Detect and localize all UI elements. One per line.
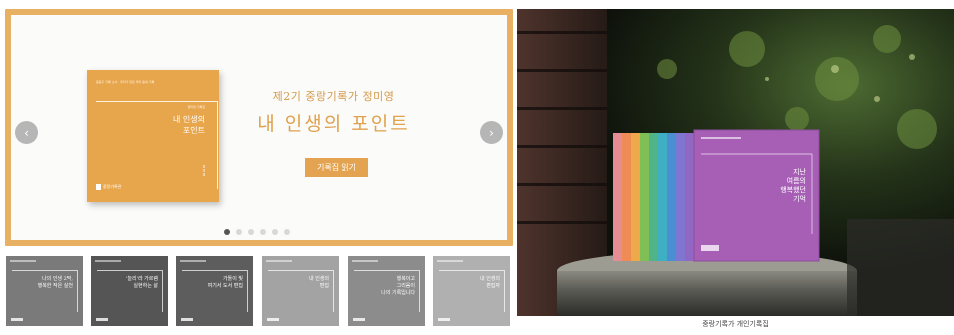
carousel-slide: 중랑구 기록 소사 · 우리가 만든 우리 동네 기록 정미영 기록집 내 인생… (11, 15, 507, 240)
thumbnail-book-cover[interactable]: 행복이고 그리움이 나의 기록입니다 (348, 256, 425, 326)
thumbnail-publisher-logo (11, 318, 23, 321)
publisher-logo-icon (96, 184, 101, 190)
slide-subtitle: 제2기 중랑기록가 정미영 (272, 90, 395, 103)
photo-illustration (517, 9, 954, 316)
cover-vertical-name: 정 미 영 (202, 165, 206, 176)
cover-series-text: 중랑구 기록 소사 · 우리가 만든 우리 동네 기록 (96, 80, 155, 84)
thumbnail-book-cover[interactable]: 가톨이 빛 여기서 도서 편집 (176, 256, 253, 326)
thumbnail-title: 가톨이 빛 여기서 도서 편집 (207, 276, 243, 289)
thumbnail-series-line (437, 260, 463, 262)
thumbnail-publisher-logo (96, 318, 108, 321)
thumbnail-book-cover[interactable]: 나의 인생 2막, 행복한 작은 실천 (6, 256, 83, 326)
carousel-dot[interactable] (272, 229, 278, 235)
thumbnail-series-line (10, 260, 36, 262)
book-collection-photo: 지난 여름의 행복했던 기억 (517, 9, 954, 316)
thumbnail-title: '늘리'라 가르렘 실현하는 삶 (126, 276, 158, 289)
carousel-pagination (224, 229, 290, 235)
thumbnail-title: 나의 인생 2막, 행복한 작은 실천 (37, 276, 73, 289)
thumbnail-book-cover[interactable]: 내 인생의 편집 (262, 256, 339, 326)
cover-title: 내 인생의 포인트 (173, 115, 205, 135)
carousel-dot[interactable] (236, 229, 242, 235)
publisher-name: 중랑기록관 (103, 184, 122, 189)
cover-author-text: 정미영 기록집 (187, 105, 205, 109)
thumbnail-publisher-logo (353, 318, 365, 321)
carousel-dot[interactable] (224, 229, 230, 235)
slide-title: 내 인생의 포인트 (257, 113, 410, 135)
thumbnail-publisher-logo (267, 318, 279, 321)
thumbnail-publisher-logo (181, 318, 193, 321)
thumbnail-title: 내 인생의 편집자 (480, 276, 500, 289)
publisher-logo: 중랑기록관 (96, 184, 121, 190)
carousel-prev-icon[interactable]: ‹ (15, 121, 38, 144)
front-book-title: 지난 여름의 행복했던 기억 (780, 168, 806, 203)
featured-carousel: 중랑구 기록 소사 · 우리가 만든 우리 동네 기록 정미영 기록집 내 인생… (5, 9, 513, 246)
carousel-dot[interactable] (284, 229, 290, 235)
carousel-dot[interactable] (248, 229, 254, 235)
thumbnail-book-cover[interactable]: 내 인생의 편집자 (433, 256, 510, 326)
book-cover-image[interactable]: 중랑구 기록 소사 · 우리가 만든 우리 동네 기록 정미영 기록집 내 인생… (87, 70, 219, 202)
thumbnail-series-line (95, 260, 121, 262)
thumbnail-publisher-logo (438, 318, 450, 321)
carousel-dot[interactable] (260, 229, 266, 235)
thumbnail-series-line (352, 260, 378, 262)
thumbnail-series-line (180, 260, 206, 262)
thumbnail-series-line (266, 260, 292, 262)
thumbnail-title: 행복이고 그리움이 나의 기록입니다 (381, 276, 415, 296)
carousel-next-icon[interactable]: › (480, 121, 503, 144)
photo-caption: 중랑기록가 개인기록집 (702, 320, 769, 328)
thumbnail-book-cover[interactable]: '늘리'라 가르렘 실현하는 삶 (91, 256, 168, 326)
thumbnail-title: 내 인생의 편집 (309, 276, 329, 289)
read-collection-button[interactable]: 기록집 읽기 (305, 158, 368, 177)
